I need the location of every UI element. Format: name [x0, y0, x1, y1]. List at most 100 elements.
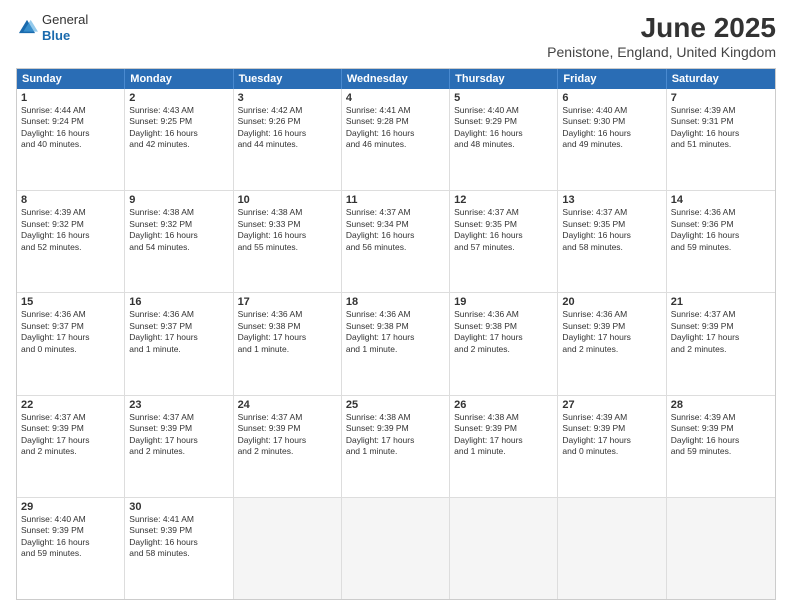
daylight-line: Daylight: 16 hours	[21, 537, 120, 548]
cal-cell-w2-2: 10Sunrise: 4:38 AMSunset: 9:33 PMDayligh…	[234, 191, 342, 292]
day-number: 4	[346, 92, 445, 104]
daylight-line: Daylight: 16 hours	[129, 128, 228, 139]
day-number: 24	[238, 399, 337, 411]
daylight-line: Daylight: 17 hours	[346, 332, 445, 343]
sunset-line: Sunset: 9:39 PM	[454, 423, 553, 434]
day-number: 1	[21, 92, 120, 104]
daylight-minutes-line: and 59 minutes.	[671, 446, 771, 457]
daylight-line: Daylight: 16 hours	[129, 537, 228, 548]
daylight-line: Daylight: 16 hours	[238, 128, 337, 139]
daylight-minutes-line: and 1 minute.	[454, 446, 553, 457]
calendar-row-w3: 15Sunrise: 4:36 AMSunset: 9:37 PMDayligh…	[17, 292, 775, 394]
daylight-minutes-line: and 49 minutes.	[562, 139, 661, 150]
sunrise-line: Sunrise: 4:36 AM	[346, 309, 445, 320]
daylight-minutes-line: and 52 minutes.	[21, 242, 120, 253]
daylight-line: Daylight: 16 hours	[238, 230, 337, 241]
day-number: 22	[21, 399, 120, 411]
sunset-line: Sunset: 9:39 PM	[129, 423, 228, 434]
sunrise-line: Sunrise: 4:36 AM	[129, 309, 228, 320]
daylight-minutes-line: and 1 minute.	[346, 446, 445, 457]
cal-cell-w5-5	[558, 498, 666, 599]
cal-cell-w1-6: 7Sunrise: 4:39 AMSunset: 9:31 PMDaylight…	[667, 89, 775, 190]
sunset-line: Sunset: 9:39 PM	[562, 423, 661, 434]
cal-cell-w5-0: 29Sunrise: 4:40 AMSunset: 9:39 PMDayligh…	[17, 498, 125, 599]
sunrise-line: Sunrise: 4:41 AM	[346, 105, 445, 116]
daylight-minutes-line: and 59 minutes.	[671, 242, 771, 253]
day-number: 29	[21, 501, 120, 513]
sunset-line: Sunset: 9:33 PM	[238, 219, 337, 230]
daylight-minutes-line: and 2 minutes.	[454, 344, 553, 355]
daylight-line: Daylight: 16 hours	[454, 230, 553, 241]
daylight-line: Daylight: 17 hours	[671, 332, 771, 343]
daylight-line: Daylight: 17 hours	[454, 332, 553, 343]
cal-cell-w4-2: 24Sunrise: 4:37 AMSunset: 9:39 PMDayligh…	[234, 396, 342, 497]
logo-general-text: General	[42, 12, 88, 27]
daylight-line: Daylight: 17 hours	[346, 435, 445, 446]
logo-blue-text: Blue	[42, 28, 70, 43]
daylight-minutes-line: and 59 minutes.	[21, 548, 120, 559]
daylight-line: Daylight: 16 hours	[671, 435, 771, 446]
daylight-line: Daylight: 17 hours	[238, 435, 337, 446]
logo-icon	[16, 17, 38, 39]
daylight-line: Daylight: 16 hours	[671, 230, 771, 241]
calendar-body: 1Sunrise: 4:44 AMSunset: 9:24 PM Daylight…	[17, 89, 775, 599]
sunset-line: Sunset: 9:39 PM	[671, 423, 771, 434]
logo: General Blue	[16, 12, 88, 43]
daylight-line: Daylight: 16 hours	[562, 128, 661, 139]
day-number: 23	[129, 399, 228, 411]
sunset-line: Sunset: 9:24 PM	[21, 116, 120, 127]
cal-cell-w1-5: 6Sunrise: 4:40 AMSunset: 9:30 PMDaylight…	[558, 89, 666, 190]
day-number: 13	[562, 194, 661, 206]
sunrise-line: Sunrise: 4:41 AM	[129, 514, 228, 525]
daylight-minutes-line: and 42 minutes.	[129, 139, 228, 150]
logo-text: General Blue	[42, 12, 88, 43]
daylight-minutes-line: and 51 minutes.	[671, 139, 771, 150]
sunset-line: Sunset: 9:25 PM	[129, 116, 228, 127]
daylight-line: Daylight: 16 hours	[671, 128, 771, 139]
day-number: 6	[562, 92, 661, 104]
daylight-line: Daylight: 17 hours	[129, 332, 228, 343]
calendar-row-w4: 22Sunrise: 4:37 AMSunset: 9:39 PMDayligh…	[17, 395, 775, 497]
sunrise-line: Sunrise: 4:40 AM	[454, 105, 553, 116]
header-wednesday: Wednesday	[342, 69, 450, 89]
sunrise-line: Sunrise: 4:39 AM	[562, 412, 661, 423]
daylight-line: Daylight: 16 hours	[562, 230, 661, 241]
header-monday: Monday	[125, 69, 233, 89]
cal-cell-w5-4	[450, 498, 558, 599]
daylight-line: Daylight: 17 hours	[21, 435, 120, 446]
cal-cell-w4-5: 27Sunrise: 4:39 AMSunset: 9:39 PMDayligh…	[558, 396, 666, 497]
day-number: 27	[562, 399, 661, 411]
day-number: 11	[346, 194, 445, 206]
header-saturday: Saturday	[667, 69, 775, 89]
sunrise-line: Sunrise: 4:36 AM	[671, 207, 771, 218]
daylight-minutes-line: and 57 minutes.	[454, 242, 553, 253]
day-number: 7	[671, 92, 771, 104]
sunrise-line: Sunrise: 4:39 AM	[21, 207, 120, 218]
sunrise-line: Sunrise: 4:39 AM	[671, 412, 771, 423]
daylight-minutes-line: and 2 minutes.	[238, 446, 337, 457]
cal-cell-w4-3: 25Sunrise: 4:38 AMSunset: 9:39 PMDayligh…	[342, 396, 450, 497]
cal-cell-w1-0: 1Sunrise: 4:44 AMSunset: 9:24 PMDaylight…	[17, 89, 125, 190]
cal-cell-w3-6: 21Sunrise: 4:37 AMSunset: 9:39 PMDayligh…	[667, 293, 775, 394]
sunrise-line: Sunrise: 4:37 AM	[238, 412, 337, 423]
daylight-minutes-line: and 54 minutes.	[129, 242, 228, 253]
sunset-line: Sunset: 9:39 PM	[21, 525, 120, 536]
sunrise-line: Sunrise: 4:42 AM	[238, 105, 337, 116]
sunrise-line: Sunrise: 4:38 AM	[346, 412, 445, 423]
header-thursday: Thursday	[450, 69, 558, 89]
sunrise-line: Sunrise: 4:40 AM	[562, 105, 661, 116]
calendar-row-w5: 29Sunrise: 4:40 AMSunset: 9:39 PMDayligh…	[17, 497, 775, 599]
cal-cell-w5-1: 30Sunrise: 4:41 AMSunset: 9:39 PMDayligh…	[125, 498, 233, 599]
daylight-minutes-line: and 1 minute.	[346, 344, 445, 355]
daylight-minutes-line: and 55 minutes.	[238, 242, 337, 253]
sunset-line: Sunset: 9:35 PM	[562, 219, 661, 230]
sunrise-line: Sunrise: 4:44 AM	[21, 105, 120, 116]
cal-cell-w4-0: 22Sunrise: 4:37 AMSunset: 9:39 PMDayligh…	[17, 396, 125, 497]
sunrise-line: Sunrise: 4:36 AM	[238, 309, 337, 320]
daylight-minutes-line: and 46 minutes.	[346, 139, 445, 150]
daylight-minutes-line: and 56 minutes.	[346, 242, 445, 253]
sunrise-line: Sunrise: 4:37 AM	[671, 309, 771, 320]
sunset-line: Sunset: 9:31 PM	[671, 116, 771, 127]
cal-cell-w5-2	[234, 498, 342, 599]
page: General Blue June 2025 Penistone, Englan…	[0, 0, 792, 612]
